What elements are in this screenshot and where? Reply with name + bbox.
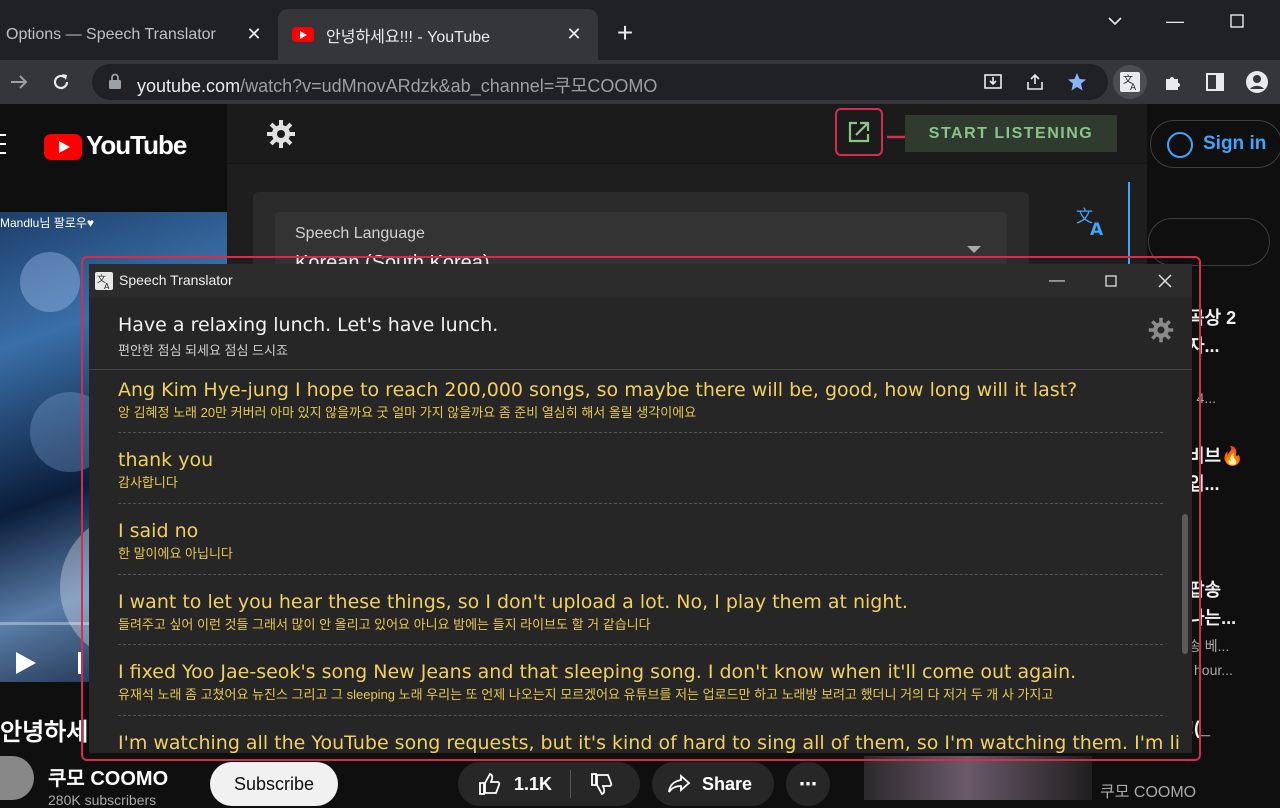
close-icon[interactable] (1138, 264, 1192, 298)
maximize-icon[interactable] (1084, 264, 1138, 298)
entry-english-text: I want to let you hear these things, so … (118, 591, 908, 613)
dropdown-caret-icon (967, 246, 981, 253)
more-options-button[interactable]: ⋯ (786, 762, 830, 806)
divider (118, 574, 1163, 575)
browser-tabstrip: Options — Speech Translator ✕ 안녕하세요!!! -… (0, 0, 1280, 60)
entry-korean-text: 한 말이에요 아닙니다 (118, 546, 233, 561)
divider (118, 644, 1163, 645)
account-icon (1167, 132, 1193, 158)
translate-icon: 文A (1120, 72, 1140, 93)
thumbs-down-icon[interactable] (588, 771, 614, 797)
tab-label: Options — Speech Translator (6, 25, 216, 43)
entry-english-text: thank you (118, 449, 214, 471)
youtube-favicon-icon (292, 27, 314, 42)
chevron-down-icon[interactable] (1100, 6, 1130, 36)
svg-text:A: A (1090, 220, 1104, 238)
scrollbar-thumb[interactable] (1182, 514, 1188, 654)
related-video-thumbnail[interactable] (864, 756, 1092, 800)
tab-youtube[interactable]: 안녕하세요!!! - YouTube ✕ (278, 9, 598, 60)
tab-options[interactable]: Options — Speech Translator ✕ (0, 9, 278, 60)
start-listening-button[interactable]: START LISTENING (905, 115, 1117, 152)
reload-icon[interactable] (46, 67, 76, 97)
maximize-icon[interactable] (1222, 6, 1252, 36)
extension-header: START LISTENING (227, 104, 1147, 164)
youtube-logo[interactable]: YouTube (86, 130, 187, 161)
video-title: 안녕하세 (0, 719, 89, 746)
svg-text:A: A (1130, 83, 1137, 93)
subscriber-count: 280K subscribers (48, 792, 157, 808)
side-panel-icon[interactable] (1200, 67, 1230, 97)
share-icon[interactable] (1020, 67, 1050, 97)
speech-translator-window: 文A Speech Translator — Have a relaxing l… (89, 264, 1192, 753)
speech-translator-extension-button[interactable]: 文A (1113, 65, 1147, 99)
speech-language-label: Speech Language (295, 225, 425, 242)
current-korean-text: 편안한 점심 되세요 점심 드시죠 (118, 343, 288, 358)
channel-avatar[interactable] (0, 756, 34, 800)
current-transcript: Have a relaxing lunch. Let's have lunch.… (89, 298, 1192, 370)
app-translate-icon: 文A (95, 272, 113, 290)
sidebar-channel-name[interactable]: 쿠모 COOMO (1100, 778, 1196, 802)
divider (118, 503, 1163, 504)
share-label: Share (702, 773, 753, 794)
divider (118, 715, 1163, 716)
translate-icon[interactable]: 文A (1075, 204, 1109, 238)
extensions-puzzle-icon[interactable] (1158, 67, 1188, 97)
lock-icon[interactable] (108, 73, 122, 89)
current-english-text: Have a relaxing lunch. Let's have lunch. (118, 314, 499, 336)
install-icon[interactable] (978, 67, 1008, 97)
open-popout-window-button[interactable] (835, 108, 883, 156)
like-count: 1.1K (514, 773, 553, 794)
share-arrow-icon (668, 774, 691, 793)
entry-korean-text: 들려주고 싶어 이런 것들 그래서 많이 안 올리고 있어요 아니요 밤에는 들… (118, 617, 651, 632)
video-overlay-text: Mandlu님 팔로우♥ (0, 216, 94, 230)
sign-in-button[interactable]: Sign in (1150, 120, 1280, 168)
entry-korean-text: 감사합니다 (118, 475, 178, 490)
window-title: Speech Translator (119, 272, 233, 288)
like-button[interactable]: 1.1K (458, 762, 640, 806)
external-link-icon (848, 121, 870, 143)
profile-icon[interactable] (1242, 67, 1272, 97)
entry-english-text: I fixed Yoo Jae-seok's song New Jeans an… (118, 661, 1077, 683)
bookmark-star-icon[interactable] (1062, 67, 1092, 97)
svg-text:A: A (104, 282, 110, 290)
list-item: Ang Kim Hye-jung I hope to reach 200,000… (118, 379, 1163, 421)
browser-toolbar: youtube.com/watch?v=udMnovARdzk&ab_chann… (0, 60, 1280, 104)
transcript-history-list[interactable]: Ang Kim Hye-jung I hope to reach 200,000… (89, 371, 1179, 753)
youtube-logo-icon[interactable] (44, 134, 82, 160)
play-icon[interactable] (16, 652, 36, 674)
list-item: I'm watching all the YouTube song reques… (118, 732, 1179, 753)
entry-english-text: Ang Kim Hye-jung I hope to reach 200,000… (118, 379, 1078, 401)
divider (118, 432, 1163, 433)
entry-korean-text: 유재석 노래 좀 고쳤어요 뉴진스 그리고 그 sleeping 노래 우리는 … (118, 687, 1054, 702)
url-text: youtube.com/watch?v=udMnovARdzk&ab_chann… (137, 76, 658, 96)
list-item: I said no 한 말이에요 아닙니다 (118, 520, 1163, 562)
thumbs-up-icon (479, 772, 501, 795)
channel-name[interactable]: 쿠모 COOMO (48, 762, 168, 791)
close-icon[interactable]: ✕ (564, 24, 584, 44)
entry-english-text: I said no (118, 520, 199, 542)
minimize-icon[interactable]: — (1160, 6, 1190, 36)
list-item: thank you 감사합니다 (118, 449, 1163, 491)
close-icon[interactable]: ✕ (244, 24, 264, 44)
share-button[interactable]: Share (652, 762, 774, 806)
new-tab-button[interactable]: + (610, 18, 640, 48)
sign-in-label: Sign in (1203, 133, 1267, 154)
extension-popup: START LISTENING Speech Language Korean (… (227, 104, 1147, 282)
subscribe-button[interactable]: Subscribe (210, 762, 338, 806)
forward-icon[interactable] (4, 67, 34, 97)
minimize-icon[interactable]: — (1030, 264, 1084, 298)
menu-icon[interactable] (0, 134, 6, 154)
settings-gear-icon[interactable] (265, 118, 297, 150)
entry-korean-text: 앙 김혜정 노래 20만 커버러 아마 있지 않을까요 굿 얼마 가지 않을까요… (118, 405, 697, 420)
tab-label: 안녕하세요!!! - YouTube (326, 28, 491, 46)
address-bar[interactable]: youtube.com/watch?v=udMnovARdzk&ab_chann… (92, 64, 1108, 100)
settings-gear-icon[interactable] (1147, 316, 1175, 344)
window-titlebar[interactable]: 文A Speech Translator — (89, 264, 1192, 298)
entry-english-text: I'm watching all the YouTube song reques… (118, 732, 1179, 753)
list-item: I want to let you hear these things, so … (118, 591, 1163, 633)
list-item: I fixed Yoo Jae-seok's song New Jeans an… (118, 661, 1163, 703)
